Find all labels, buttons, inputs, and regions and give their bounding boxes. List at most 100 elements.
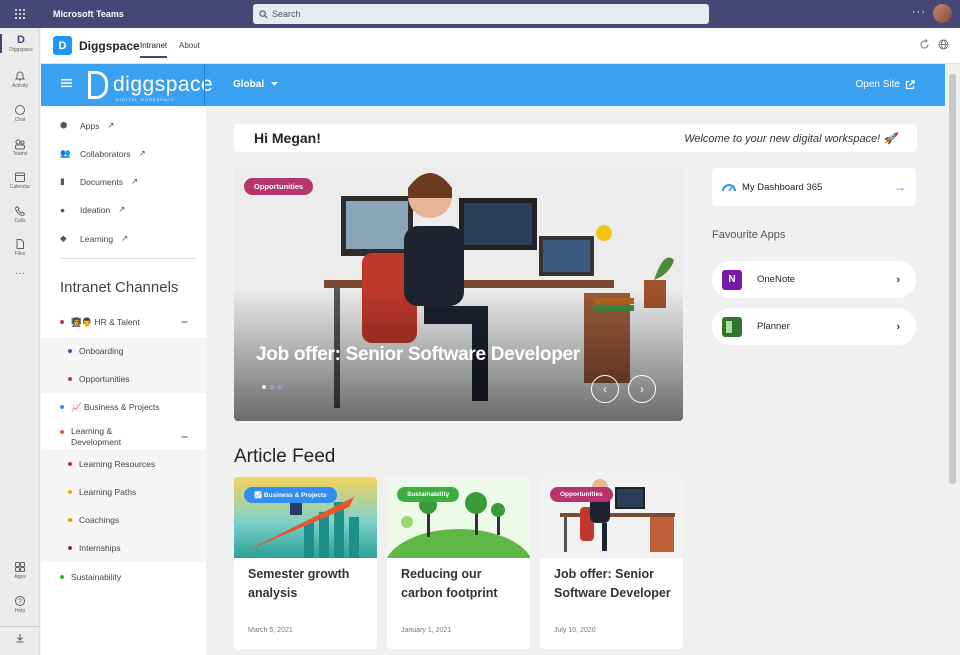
search-input[interactable]: Search xyxy=(253,4,709,24)
rail-item-teams[interactable]: Teams xyxy=(0,138,40,157)
channel-opportunities[interactable]: Opportunities xyxy=(41,365,206,393)
rail-item-diggspace[interactable]: D Diggspace xyxy=(0,34,40,53)
app-label: Planner xyxy=(757,321,790,332)
channel-learning-development[interactable]: Learning & Development − xyxy=(41,421,206,453)
rail-label: Chat xyxy=(14,117,26,123)
article-date: January 1, 2021 xyxy=(401,627,452,634)
scope-dropdown[interactable]: Global xyxy=(233,79,279,90)
main-content: Hi Megan! Welcome to your new digital wo… xyxy=(206,106,945,655)
channel-coachings[interactable]: Coachings xyxy=(41,506,206,534)
svg-text:?: ? xyxy=(18,599,22,606)
tab-about[interactable]: About xyxy=(179,41,200,50)
sidebar-divider xyxy=(61,258,196,259)
category-badge[interactable]: Opportunities xyxy=(244,178,314,195)
app-tab-bar: D Diggspace Intranet About xyxy=(41,28,960,64)
rail-item-calendar[interactable]: Calendar xyxy=(0,171,40,190)
dashboard-link[interactable]: My Dashboard 365 → xyxy=(712,168,916,206)
category-badge[interactable]: Opportunities xyxy=(550,487,613,502)
people-icon: 👥 xyxy=(60,148,71,158)
article-card[interactable]: 📈 Business & Projects Semester growth an… xyxy=(234,477,377,649)
favourite-app-planner[interactable]: Planner › xyxy=(712,308,916,345)
rail-item-chat[interactable]: Chat xyxy=(0,104,40,123)
channel-onboarding[interactable]: Onboarding xyxy=(41,337,206,365)
planner-icon xyxy=(722,316,742,337)
carousel-dot[interactable] xyxy=(262,385,266,389)
logo-text: diggspace xyxy=(113,73,214,96)
category-badge[interactable]: 📈 Business & Projects xyxy=(244,487,337,503)
article-feed-title: Article Feed xyxy=(234,446,336,467)
carousel-dot[interactable] xyxy=(270,385,274,389)
carousel-prev-button[interactable]: ‹ xyxy=(591,375,619,403)
app-title: Diggspace xyxy=(79,39,140,53)
sidebar-item-label: Documents xyxy=(80,176,123,187)
globe-icon[interactable] xyxy=(938,39,949,50)
rail-item-activity[interactable]: Activity xyxy=(0,70,40,89)
dashboard-label: My Dashboard 365 xyxy=(742,181,823,193)
hero-carousel[interactable]: Opportunities Job offer: Senior Software… xyxy=(234,168,683,421)
channel-learning-paths[interactable]: Learning Paths xyxy=(41,478,206,506)
rail-item-apps[interactable]: Apps xyxy=(0,561,40,580)
header-divider xyxy=(204,64,205,106)
article-title[interactable]: Reducing our carbon footprint xyxy=(401,565,523,603)
article-date: March 5, 2021 xyxy=(248,627,293,634)
scrollbar-thumb[interactable] xyxy=(949,74,956,484)
hero-title[interactable]: Job offer: Senior Software Developer xyxy=(256,344,580,366)
channel-business-projects[interactable]: 📈 Business & Projects xyxy=(41,393,206,421)
scope-label: Global xyxy=(233,79,265,90)
channel-sustainability[interactable]: Sustainability xyxy=(41,563,206,591)
hamburger-menu-icon[interactable] xyxy=(61,78,72,88)
sidebar-item-apps[interactable]: ⬢ Apps ↗ xyxy=(60,120,115,131)
more-options-icon[interactable]: ··· xyxy=(912,6,926,18)
teams-icon xyxy=(15,139,25,150)
channel-label: Learning Resources xyxy=(79,459,156,469)
chevron-right-icon: › xyxy=(896,273,900,286)
carousel-indicator[interactable] xyxy=(262,385,282,389)
sidebar-item-ideation[interactable]: ● Ideation ↗ xyxy=(60,204,125,215)
external-link-icon: ↗ xyxy=(131,176,139,186)
avatar[interactable] xyxy=(933,4,952,23)
rail-item-files[interactable]: Files xyxy=(0,238,40,257)
intranet-sidebar: ⬢ Apps ↗ 👥 Collaborators ↗ ▮ Documents ↗ ● Idea… xyxy=(41,106,206,655)
article-title[interactable]: Job offer: Senior Software Developer xyxy=(554,565,676,603)
sidebar-item-learning[interactable]: ◆ Learning ↗ xyxy=(60,233,128,244)
open-site-link[interactable]: Open Site xyxy=(856,79,915,90)
channel-hr-talent[interactable]: 👩‍🏫👨 HR & Talent − xyxy=(41,308,206,336)
channel-internships[interactable]: Internships xyxy=(41,534,206,562)
app-launcher-icon[interactable] xyxy=(0,0,40,28)
site-header: diggspace DIGITAL WORKSPACE Global Open … xyxy=(41,64,945,106)
graduation-cap-icon: ◆ xyxy=(60,233,67,243)
collapse-icon[interactable]: − xyxy=(181,430,188,444)
tab-intranet[interactable]: Intranet xyxy=(140,41,168,58)
favourite-apps-title: Favourite Apps xyxy=(712,229,786,241)
category-badge[interactable]: Sustainability xyxy=(397,487,460,502)
rail-item-help[interactable]: ? Help xyxy=(0,595,40,614)
sidebar-item-collaborators[interactable]: 👥 Collaborators ↗ xyxy=(60,148,146,159)
article-card[interactable]: Sustainability Reducing our carbon footp… xyxy=(387,477,530,649)
sidebar-item-documents[interactable]: ▮ Documents ↗ xyxy=(60,176,138,187)
channel-label: Internships xyxy=(79,543,121,553)
collapse-icon[interactable]: − xyxy=(181,315,188,329)
rail-item-calls[interactable]: Calls xyxy=(0,205,40,224)
onenote-icon: N xyxy=(722,269,742,290)
download-icon[interactable] xyxy=(0,626,40,648)
sidebar-item-label: Collaborators xyxy=(80,148,131,159)
article-title[interactable]: Semester growth analysis xyxy=(248,565,370,603)
channel-label: Learning Paths xyxy=(79,487,137,497)
page-scrollbar[interactable] xyxy=(945,64,960,655)
carousel-dot[interactable] xyxy=(278,385,282,389)
app-name: Microsoft Teams xyxy=(53,9,124,19)
teams-top-bar: Microsoft Teams Search ··· xyxy=(0,0,960,28)
search-icon xyxy=(259,9,268,18)
carousel-next-button[interactable]: › xyxy=(628,375,656,403)
channel-learning-resources[interactable]: Learning Resources xyxy=(41,450,206,478)
logo-subtext: DIGITAL WORKSPACE xyxy=(116,97,175,102)
channels-title: Intranet Channels xyxy=(60,279,179,296)
diggspace-logo[interactable]: diggspace DIGITAL WORKSPACE xyxy=(88,71,214,102)
bell-icon xyxy=(14,71,26,81)
more-apps-icon[interactable]: ··· xyxy=(0,268,40,279)
refresh-icon[interactable] xyxy=(919,39,930,50)
favourite-app-onenote[interactable]: N OneNote › xyxy=(712,261,916,298)
article-card[interactable]: Opportunities Job offer: Senior Software… xyxy=(540,477,683,649)
external-link-icon: ↗ xyxy=(107,120,115,130)
external-link-icon: ↗ xyxy=(138,148,146,158)
